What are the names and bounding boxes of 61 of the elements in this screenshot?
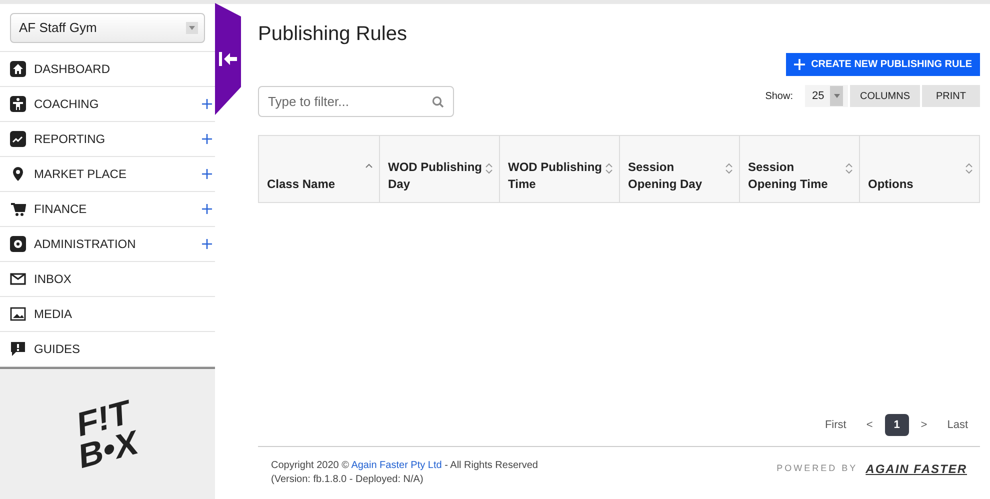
nav-item[interactable]: MARKET PLACE (0, 157, 215, 192)
nav-item[interactable]: INBOX (0, 262, 215, 297)
search-icon (432, 96, 444, 108)
speech-alert-icon (10, 341, 26, 357)
page-size-select[interactable]: 25 (804, 85, 848, 107)
page-link[interactable]: Last (939, 414, 976, 436)
caret-icon (834, 94, 840, 98)
nav-item[interactable]: MEDIA (0, 297, 215, 332)
person-icon (10, 96, 26, 112)
sort-icon (485, 163, 493, 174)
sort-icon (605, 163, 613, 174)
page-link[interactable]: < (858, 414, 881, 436)
fitbox-logo: F!T B•X (76, 394, 138, 474)
page-link[interactable]: 1 (884, 414, 909, 436)
gym-select[interactable]: AF Staff Gym (10, 13, 205, 43)
column-header[interactable]: Session Opening Time (739, 136, 859, 202)
chart-icon (10, 131, 26, 147)
sort-icon (965, 163, 973, 174)
sidebar-collapse-tab[interactable] (215, 3, 241, 115)
copyright-text: Copyright 2020 © Again Faster Pty Ltd - All Rights Reserved (271, 459, 538, 473)
sort-icon (725, 163, 733, 174)
expand-plus-icon (202, 134, 212, 144)
columns-button[interactable]: COLUMNS (850, 85, 920, 107)
page-link[interactable]: First (816, 414, 854, 436)
nav-item[interactable]: REPORTING (0, 122, 215, 157)
expand-plus-icon (202, 239, 212, 249)
expand-plus-icon (202, 204, 212, 214)
show-label: Show: (765, 90, 793, 104)
nav-item[interactable]: GUIDES (0, 332, 215, 367)
powered-by-text: POWERED BY (776, 462, 858, 476)
envelope-icon (10, 271, 26, 287)
create-rule-button[interactable]: CREATE NEW PUBLISHING RULE (786, 53, 980, 76)
nav-item[interactable]: ADMINISTRATION (0, 227, 215, 262)
filter-field[interactable]: Type to filter... (258, 86, 454, 117)
gym-select-value: AF Staff Gym (19, 19, 98, 38)
caret-icon (186, 22, 198, 34)
expand-plus-icon (202, 169, 212, 179)
column-header[interactable]: Class Name (259, 136, 379, 202)
column-header[interactable]: Session Opening Day (619, 136, 739, 202)
gear-icon (10, 236, 26, 252)
company-link[interactable]: Again Faster Pty Ltd (351, 460, 442, 471)
sort-ascending-icon (365, 163, 373, 168)
cart-icon (10, 201, 26, 217)
house-icon (10, 61, 26, 77)
page-title: Publishing Rules (258, 22, 408, 47)
brand-logo: AGAIN FASTER (866, 461, 967, 478)
nav-item[interactable]: FINANCE (0, 192, 215, 227)
sort-icon (845, 163, 853, 174)
print-button[interactable]: PRINT (922, 85, 980, 107)
version-text: (Version: fb.1.8.0 - Deployed: N/A) (271, 473, 424, 487)
collapse-arrow-icon (219, 52, 237, 66)
map-pin-icon (10, 166, 26, 182)
expand-plus-icon (202, 99, 212, 109)
page-link[interactable]: > (912, 414, 936, 436)
column-header[interactable]: Options (859, 136, 979, 202)
image-icon (10, 306, 26, 322)
column-header[interactable]: WOD Publishing Time (499, 136, 619, 202)
column-header[interactable]: WOD Publishing Day (379, 136, 499, 202)
nav-item[interactable]: DASHBOARD (0, 52, 215, 87)
nav-item[interactable]: COACHING (0, 87, 215, 122)
plus-icon (794, 59, 806, 70)
